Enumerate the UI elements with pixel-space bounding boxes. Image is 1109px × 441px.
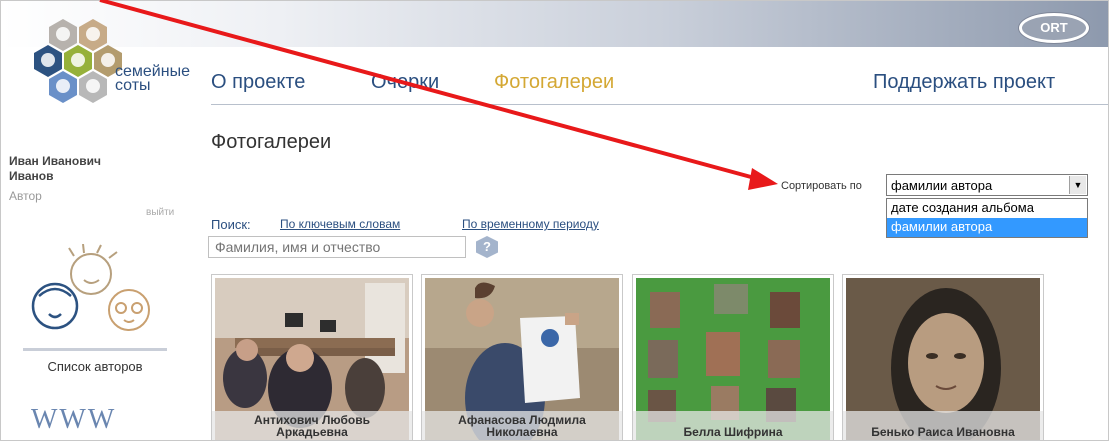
hex-icon (49, 19, 77, 51)
logout-link[interactable]: выйти (146, 207, 174, 218)
gallery-card[interactable]: Белла Шифрина (632, 274, 834, 440)
page-frame: ORT семейные соты Иван Иванович Иванов А… (0, 0, 1109, 441)
search-by-period-link[interactable]: По временному периоду (462, 217, 599, 231)
sort-selected-value: фамилии автора (891, 178, 993, 193)
chevron-down-icon[interactable]: ▼ (1069, 176, 1086, 194)
brand-name[interactable]: семейные соты (115, 64, 190, 94)
search-by-keywords-link[interactable]: По ключевым словам (280, 217, 400, 231)
sort-dropdown: дате создания альбома фамилии автора (886, 198, 1088, 238)
hex-icon (79, 71, 107, 103)
top-banner: ORT (1, 1, 1108, 47)
gallery-caption: Белла Шифрина (633, 411, 833, 440)
hex-icon (79, 19, 107, 51)
nav-essays[interactable]: Очерки (371, 71, 439, 94)
gallery-author-line2: Аркадьевна (276, 425, 348, 439)
sort-option[interactable]: дате создания альбома (887, 199, 1087, 218)
brand-line2: соты (115, 77, 151, 94)
gallery-caption: Афанасова Людмила Николаевна (422, 411, 622, 440)
hex-icon (34, 45, 62, 77)
nav-support-project[interactable]: Поддержать проект (873, 71, 1055, 94)
search-label: Поиск: (211, 217, 251, 232)
gallery-author-line1: Бенько Раиса Ивановна (871, 425, 1015, 439)
hex-icon (64, 45, 92, 77)
gallery-card[interactable]: Антихович Любовь Аркадьевна (211, 274, 413, 440)
gallery-card[interactable]: Бенько Раиса Ивановна (842, 274, 1044, 440)
gallery-author-line2: Николаевна (486, 425, 558, 439)
user-last-name: Иванов (9, 169, 54, 183)
user-role: Автор (9, 189, 42, 203)
user-first-name: Иван Иванович (9, 154, 101, 168)
gallery-caption: Антихович Любовь Аркадьевна (212, 411, 412, 440)
www-logo[interactable]: WWW (31, 404, 116, 436)
sort-label: Сортировать по (781, 180, 862, 192)
sort-option-selected[interactable]: фамилии автора (887, 218, 1087, 237)
nav-about[interactable]: О проекте (211, 71, 305, 94)
help-icon[interactable]: ? (476, 236, 498, 258)
search-input[interactable] (208, 236, 466, 258)
gallery-card[interactable]: Афанасова Людмила Николаевна (421, 274, 623, 440)
page-title: Фотогалереи (211, 131, 332, 153)
gallery-caption: Бенько Раиса Ивановна (843, 411, 1043, 440)
authors-illustration-icon[interactable] (29, 244, 159, 344)
divider (23, 348, 167, 351)
hex-icon (49, 71, 77, 103)
nav-divider (211, 104, 1108, 105)
ort-logo[interactable]: ORT (1019, 13, 1089, 43)
main-nav: О проекте Очерки Фотогалереи Поддержать … (211, 71, 1108, 101)
authors-list-link[interactable]: Список авторов (23, 359, 167, 374)
sort-select[interactable]: фамилии автора ▼ (886, 174, 1088, 196)
nav-photo-galleries[interactable]: Фотогалереи (494, 71, 614, 94)
user-name: Иван Иванович Иванов (9, 154, 101, 184)
gallery-author-line1: Белла Шифрина (683, 425, 783, 439)
